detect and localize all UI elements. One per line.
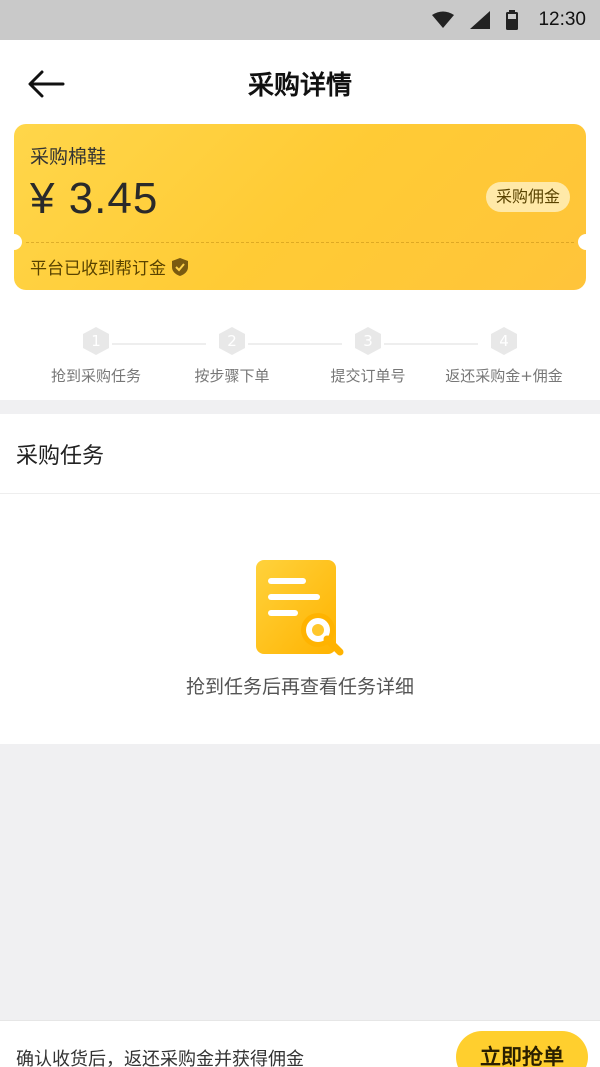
step-2: 2 按步骤下单 [162,326,302,386]
task-section: 采购任务 抢到任务后再查看任务详细 [0,414,600,744]
section-title: 采购任务 [0,414,600,494]
bottom-hint: 确认收货后，返还采购金并获得佣金 [16,1049,304,1067]
purchase-price: ¥ 3.45 [30,174,159,223]
status-icons: 12:30 [432,0,586,40]
step-label: 返还采购金+佣金 [445,367,563,385]
step-label: 提交订单号 [330,367,406,385]
status-time: 12:30 [538,9,586,30]
app-bar: 采购详情 [0,40,600,126]
status-bar: 12:30 [0,0,600,40]
step-number-badge: 2 [217,326,247,356]
step-3: 3 提交订单号 [298,326,438,386]
battery-icon [506,10,519,30]
step-number-badge: 1 [81,326,111,356]
commission-tag: 采购佣金 [485,182,570,212]
step-number: 3 [363,332,373,350]
ticket-notch-left [14,234,22,250]
ticket-divider [26,242,574,243]
step-number-badge: 4 [489,326,519,356]
shield-check-icon [172,257,188,276]
deposit-status-text: 平台已收到帮订金 [30,259,166,279]
grab-order-button[interactable]: 立即抢单 [456,1031,588,1067]
step-number: 2 [227,332,237,350]
step-number: 4 [499,332,509,350]
document-search-icon [256,560,346,660]
step-label: 按步骤下单 [194,367,270,385]
step-number: 1 [91,332,101,350]
page-title: 采购详情 [247,71,352,101]
empty-state-text: 抢到任务后再查看任务详细 [185,676,414,698]
step-4: 4 返还采购金+佣金 [434,326,574,386]
purchase-ticket-card: 采购棉鞋 ¥ 3.45 采购佣金 平台已收到帮订金 [14,124,586,290]
step-number-badge: 3 [353,326,383,356]
wifi-icon [432,11,455,28]
deposit-status: 平台已收到帮订金 [30,254,188,279]
cell-signal-icon [470,11,491,29]
step-label: 抢到采购任务 [50,367,141,385]
ticket-notch-right [578,234,586,250]
step-1: 1 抢到采购任务 [26,326,166,386]
bottom-bar: 确认收货后，返还采购金并获得佣金 立即抢单 [0,1020,600,1067]
item-name: 采购棉鞋 [30,146,107,168]
progress-steps: 1 抢到采购任务 2 按步骤下单 3 提交订单号 4 返还采购金+佣金 [0,326,600,396]
